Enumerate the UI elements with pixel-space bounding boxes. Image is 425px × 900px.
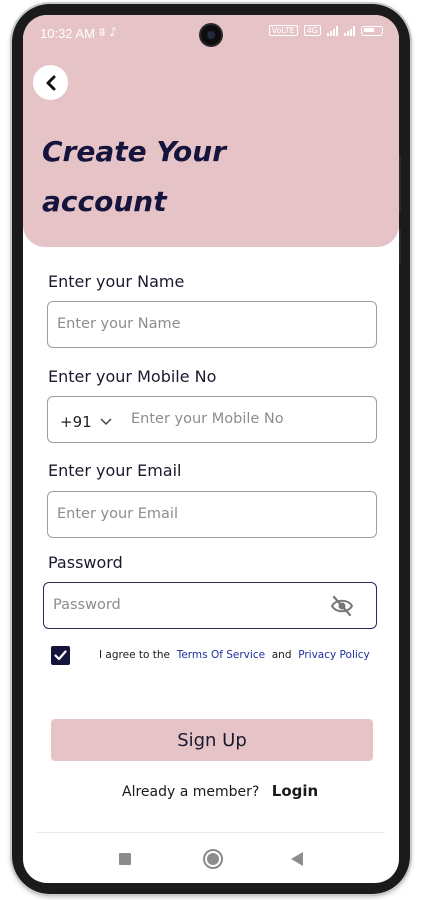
password-placeholder: Password <box>53 597 121 613</box>
page-title-line1: Create Your <box>42 135 227 168</box>
country-code-select[interactable]: +91 <box>60 413 112 431</box>
nav-divider <box>37 832 385 833</box>
password-input[interactable]: Password <box>43 582 377 629</box>
login-link[interactable]: Login <box>272 782 318 800</box>
member-text: Already a member? <box>122 784 260 800</box>
chevron-down-icon <box>100 418 112 426</box>
status-time: 10:32 AM <box>40 26 95 41</box>
battery-icon <box>361 25 383 36</box>
recents-icon[interactable] <box>119 853 131 865</box>
name-input[interactable]: Enter your Name <box>47 301 377 348</box>
name-placeholder: Enter your Name <box>57 316 181 332</box>
email-input[interactable]: Enter your Email <box>47 491 377 538</box>
system-nav-bar <box>23 841 399 881</box>
signal-icon <box>327 25 338 36</box>
name-label: Enter your Name <box>48 272 185 291</box>
privacy-link[interactable]: Privacy Policy <box>298 649 370 661</box>
mobile-label: Enter your Mobile No <box>48 367 217 386</box>
country-code-value: +91 <box>60 413 92 431</box>
mobile-input[interactable]: Enter your Mobile No <box>131 411 284 427</box>
network-type-icon: 4G <box>303 25 321 36</box>
login-row: Already a member? Login <box>122 782 318 800</box>
home-icon[interactable] <box>203 849 223 869</box>
app-screen: 10:32 AM ⩩ ♪ VoLTE 4G Create Your accoun… <box>23 15 399 883</box>
checkmark-icon <box>54 650 67 661</box>
status-icons-right: VoLTE 4G <box>268 25 383 36</box>
notification-icons: ⩩ ♪ <box>99 25 117 39</box>
signal-icon-2 <box>344 25 355 36</box>
mobile-field: +91 Enter your Mobile No <box>47 396 377 443</box>
agree-and: and <box>271 649 292 661</box>
volte-icon: VoLTE <box>268 25 298 36</box>
chevron-left-icon <box>46 75 55 90</box>
front-camera <box>201 25 221 45</box>
eye-off-icon[interactable] <box>330 595 354 617</box>
sign-up-button[interactable]: Sign Up <box>51 719 373 761</box>
agree-checkbox[interactable] <box>51 646 70 665</box>
terms-link[interactable]: Terms Of Service <box>177 649 265 661</box>
agree-prefix: I agree to the <box>99 649 170 661</box>
page-title-line2: account <box>42 185 167 218</box>
email-label: Enter your Email <box>48 461 182 480</box>
back-button[interactable] <box>33 65 68 100</box>
header-banner: 10:32 AM ⩩ ♪ VoLTE 4G Create Your accoun… <box>23 15 399 247</box>
password-label: Password <box>48 553 123 572</box>
nav-back-icon[interactable] <box>291 852 303 866</box>
email-placeholder: Enter your Email <box>57 506 178 522</box>
page-title: Create Your account <box>42 127 302 227</box>
agree-text: I agree to the Terms Of Service and Priv… <box>99 649 370 661</box>
